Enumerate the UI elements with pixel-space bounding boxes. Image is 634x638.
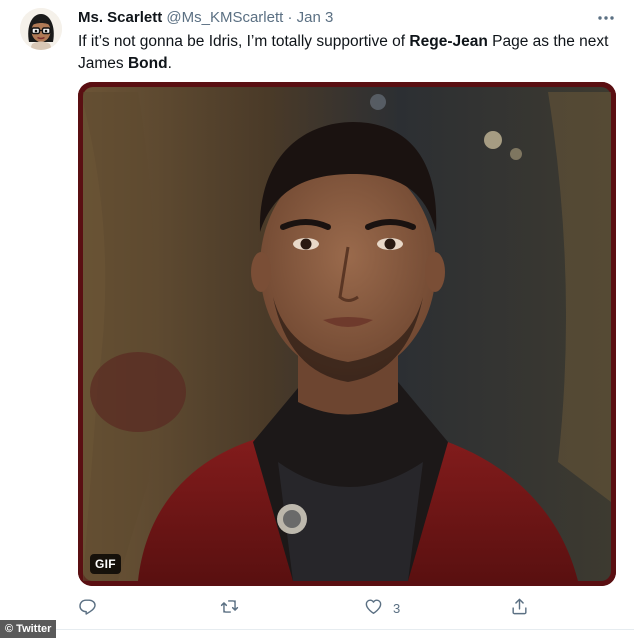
like-count: 3 [393,600,401,616]
separator-dot: · [287,9,293,26]
reply-button[interactable] [78,596,107,620]
tweet-header: Ms. Scarlett @Ms_KMScarlett · Jan 3 [78,9,620,29]
tweet-actions: 3 [78,596,548,620]
more-horizontal-icon[interactable] [596,9,616,27]
tweet-text: If it’s not gonna be Idris, I’m totally … [78,31,613,75]
gif-media[interactable]: GIF [78,82,616,586]
avatar-image [20,8,62,50]
author-handle[interactable]: @Ms_KMScarlett [166,9,283,26]
tweet-text-bold: Bond [127,55,168,72]
tweet-card[interactable]: Ms. Scarlett @Ms_KMScarlett · Jan 3 If i… [0,0,634,638]
heart-icon [364,597,383,619]
reply-icon [78,597,97,619]
like-button[interactable]: 3 [364,596,400,620]
tweet-text-bold: Rege-Jean [409,33,488,50]
tweet-date[interactable]: Jan 3 [297,9,334,26]
tweet-text-part: If it’s not gonna be Idris, I’m totally … [78,33,410,50]
avatar[interactable] [20,8,62,50]
watermark: © Twitter [0,620,57,638]
author-name[interactable]: Ms. Scarlett [78,9,162,26]
retweet-button[interactable] [220,596,249,620]
share-icon [510,597,529,619]
tweet-text-part: . [167,55,172,72]
share-button[interactable] [510,596,539,620]
divider [0,629,634,630]
retweet-icon [220,597,239,619]
gif-badge: GIF [90,554,121,574]
gif-frame-image [78,82,616,586]
